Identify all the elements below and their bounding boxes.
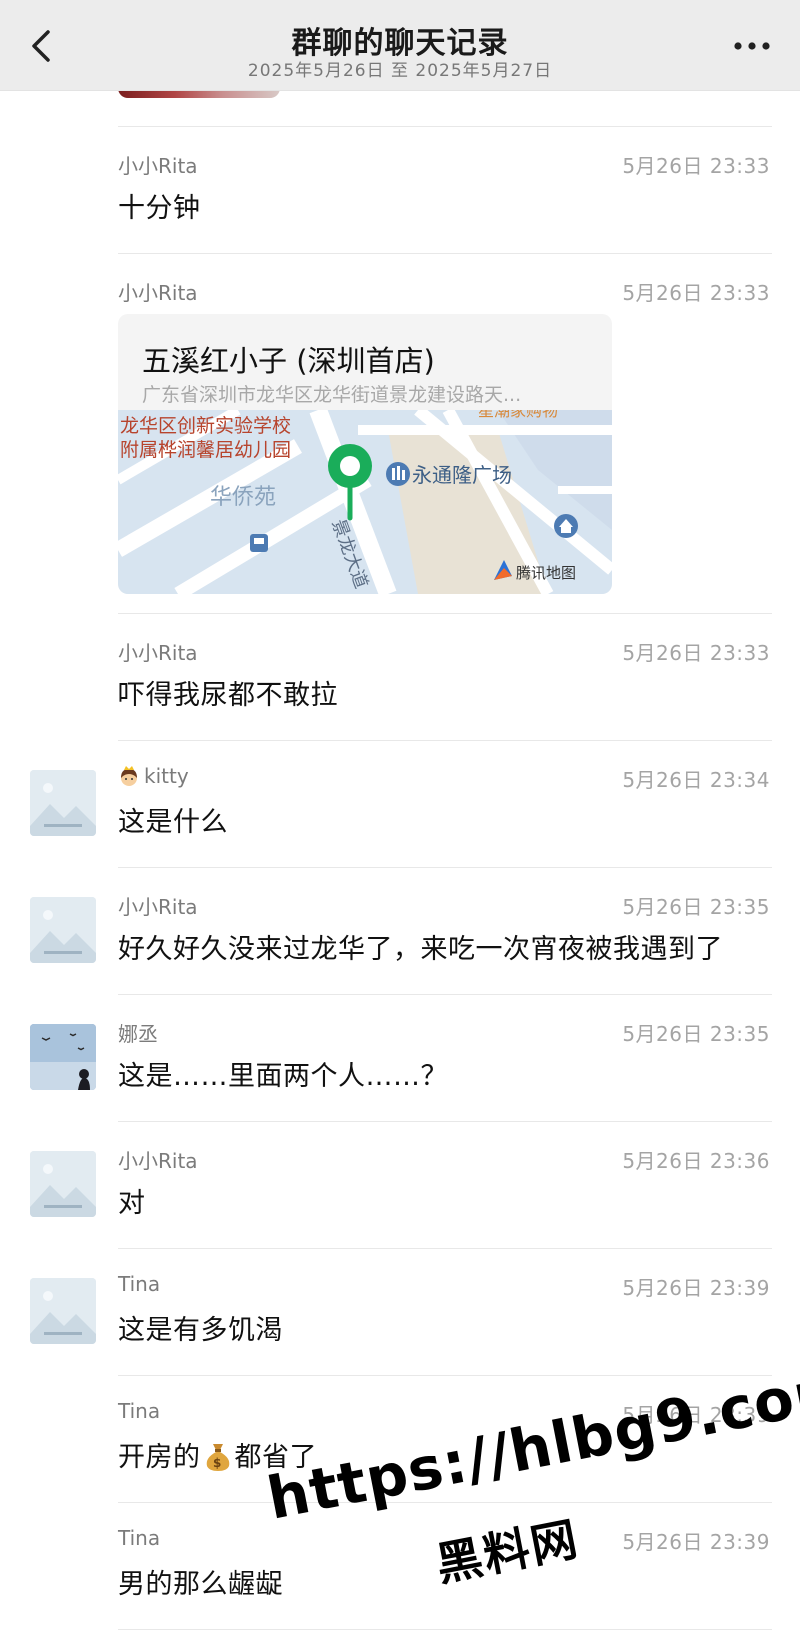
message-text: 吓得我尿都不敢拉 (118, 680, 338, 711)
divider (118, 253, 772, 254)
money-bag-icon: $ (206, 1444, 229, 1471)
sender-name: 娜丞 (118, 1022, 158, 1046)
more-button[interactable] (732, 38, 772, 54)
divider (118, 740, 772, 741)
map-label-mall: 永通隆广场 (412, 463, 512, 487)
bus-stop-icon (250, 534, 268, 552)
sender-name-text: kitty (144, 764, 189, 788)
message-time: 5月26日 23:33 (622, 641, 770, 665)
sender-name: 小小Rita (118, 1149, 198, 1173)
message-time: 5月26日 23:34 (622, 768, 770, 792)
map-label-school: 龙华区创新实验学校 (120, 415, 291, 437)
avatar[interactable] (30, 1024, 96, 1090)
divider (118, 1502, 772, 1503)
message-text: 这是有多饥渴 (118, 1315, 283, 1346)
location-map: 龙华区创新实验学校 附属桦润馨居幼儿园 华侨苑 永通隆广场 星潮家购物 景龙大道 (118, 410, 612, 594)
header-bar: 群聊的聊天记录 2025年5月26日 至 2025年5月27日 (0, 0, 800, 91)
sender-name: 小小Rita (118, 281, 198, 305)
message-item: 小小Rita 5月26日 23:36 对 (0, 1121, 800, 1248)
message-item: Tina 5月26日 23:39 这是有多饥渴 (0, 1248, 800, 1375)
sender-name: kitty (118, 764, 189, 788)
message-time: 5月26日 23:39 (622, 1276, 770, 1300)
svg-text:腾讯地图: 腾讯地图 (516, 564, 576, 582)
image-placeholder-icon (30, 1278, 96, 1344)
message-item: 小小Rita 5月26日 23:33 吓得我尿都不敢拉 (0, 613, 800, 740)
divider (118, 126, 772, 127)
divider (118, 1121, 772, 1122)
mall-icon (386, 462, 410, 486)
home-icon (554, 514, 578, 538)
sender-name: Tina (118, 1399, 161, 1423)
location-name: 五溪红小子 (深圳首店) (142, 344, 435, 378)
message-time: 5月26日 23:33 (622, 154, 770, 178)
message-time: 5月26日 23:39 (622, 1530, 770, 1554)
message-text: 这是……里面两个人……？ (118, 1061, 448, 1092)
sender-name: 小小Rita (118, 895, 198, 919)
message-text: 对 (118, 1188, 146, 1219)
message-text-before: 开房的 (118, 1442, 201, 1473)
avatar-photo-image (30, 1024, 96, 1090)
avatar[interactable] (30, 770, 96, 836)
sender-name: Tina (118, 1272, 161, 1296)
message-text: 好久好久没来过龙华了，来吃一次宵夜被我遇到了 (118, 934, 723, 965)
divider (118, 1375, 772, 1376)
map-label-district: 华侨苑 (210, 485, 276, 510)
message-time: 5月26日 23:35 (622, 895, 770, 919)
divider (118, 1248, 772, 1249)
image-placeholder-icon (30, 770, 96, 836)
date-range: 2025年5月26日 至 2025年5月27日 (247, 61, 553, 81)
avatar[interactable] (30, 1151, 96, 1217)
message-item: Tina 5月26日 23:39 男的那么龌龊 (0, 1502, 800, 1644)
sender-name: 小小Rita (118, 641, 198, 665)
map-label-top-mall: 星潮家购物 (478, 410, 558, 420)
avatar[interactable] (30, 897, 96, 963)
divider (118, 867, 772, 868)
image-placeholder-icon (30, 1151, 96, 1217)
sender-name: 小小Rita (118, 154, 198, 178)
location-card[interactable]: 五溪红小子 (深圳首店) 广东省深圳市龙华区龙华街道景龙建设路天... 龙华区创… (118, 314, 612, 594)
message-time: 5月26日 23:36 (622, 1149, 770, 1173)
message-time: 5月26日 23:35 (622, 1022, 770, 1046)
divider (118, 1629, 772, 1630)
location-address: 广东省深圳市龙华区龙华街道景龙建设路天... (142, 384, 522, 406)
message-time: 5月26日 23:33 (622, 281, 770, 305)
message-text: 这是什么 (118, 807, 228, 838)
message-text: 男的那么龌龊 (118, 1569, 283, 1600)
message-item: 小小Rita 5月26日 23:33 十分钟 (0, 126, 800, 253)
map-label-kindergarten: 附属桦润馨居幼儿园 (120, 439, 291, 461)
message-item: kitty 5月26日 23:34 这是什么 (0, 740, 800, 867)
message-item: 娜丞 5月26日 23:35 这是……里面两个人……？ (0, 994, 800, 1121)
message-text: 十分钟 (118, 193, 201, 224)
princess-emoji-icon (121, 766, 137, 786)
message-item: 小小Rita 5月26日 23:35 好久好久没来过龙华了，来吃一次宵夜被我遇到… (0, 867, 800, 994)
more-dots-icon (734, 42, 770, 50)
divider (118, 613, 772, 614)
sender-name: Tina (118, 1526, 161, 1550)
avatar[interactable] (30, 1278, 96, 1344)
divider (118, 994, 772, 995)
svg-text:$: $ (213, 1456, 222, 1470)
image-placeholder-icon (30, 897, 96, 963)
